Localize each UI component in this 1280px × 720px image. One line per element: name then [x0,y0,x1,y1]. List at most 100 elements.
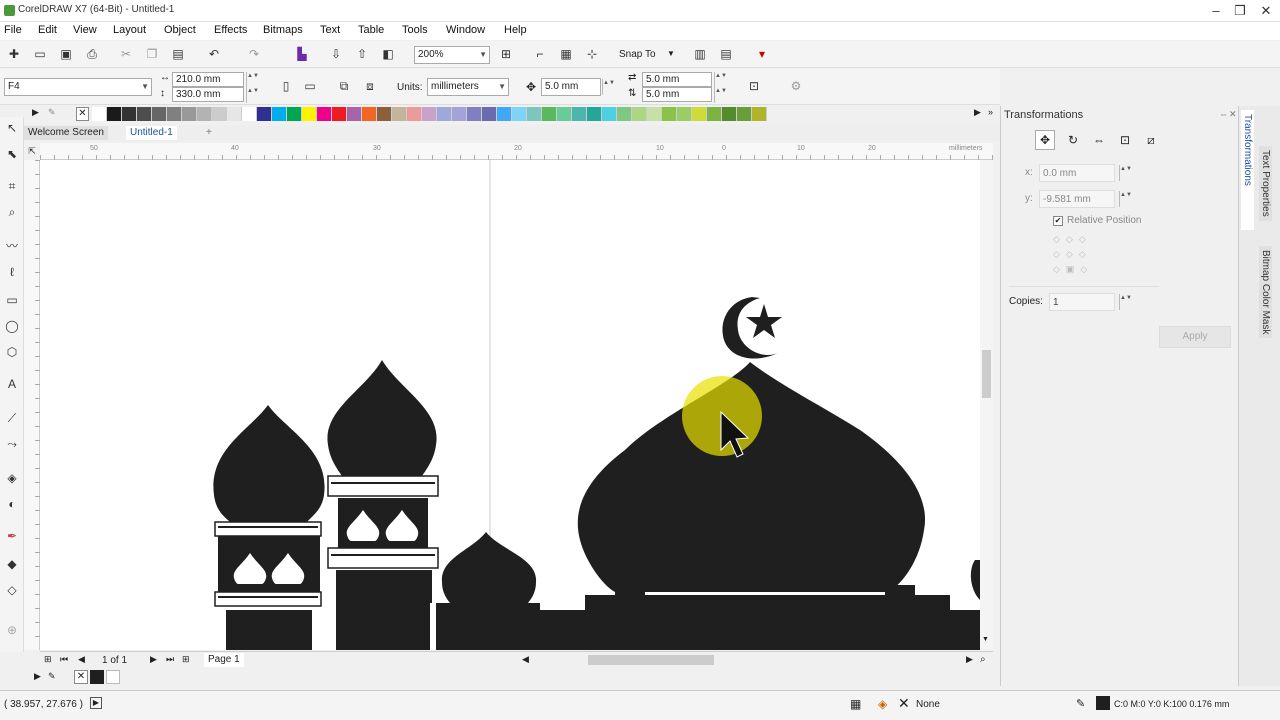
color-swatch[interactable] [482,107,497,121]
menu-object[interactable]: Object [164,24,196,36]
freehand-tool-icon[interactable]: 〰 [3,237,21,255]
color-swatch[interactable] [137,107,152,121]
color-swatch[interactable] [347,107,362,121]
polygon-tool-icon[interactable]: ⬡ [3,343,21,361]
duplicate-distance-x-field[interactable]: 5.0 mm [642,72,712,87]
drop-shadow-icon[interactable]: ◈ [3,469,21,487]
prev-page-icon[interactable]: ◀ [78,654,85,665]
color-swatch[interactable] [617,107,632,121]
shape-tool-icon[interactable]: ⬉ [3,145,21,163]
page-width-field[interactable]: 210.0 mm [172,72,244,87]
show-rulers-icon[interactable]: ⌐ [530,45,550,64]
show-guidelines-icon[interactable]: ⊹ [582,45,602,64]
status-play-icon[interactable]: ▶ [90,697,102,709]
artistic-media-icon[interactable]: ℓ [3,263,21,281]
color-swatch[interactable] [527,107,542,121]
scale-mirror-icon[interactable]: ⇔ [1089,130,1109,150]
page-height-spinner[interactable]: ▲▼ [246,87,259,103]
welcome-screen-icon[interactable]: ▾ [752,45,772,64]
zoom-level-combo[interactable]: 200% ▼ [414,46,490,64]
cut-icon[interactable]: ✂ [116,45,136,64]
color-swatch[interactable] [332,107,347,121]
full-screen-icon[interactable]: ⊞ [496,45,516,64]
menu-tools[interactable]: Tools [402,24,428,36]
print-status-icon[interactable]: ▦ [850,697,861,711]
color-swatch[interactable] [302,107,317,121]
fill-bucket-icon[interactable]: ◈ [878,697,887,711]
vertical-scrollbar[interactable]: ▼ [980,160,993,650]
no-color-swatch[interactable]: ✕ [76,107,89,121]
color-swatch[interactable] [407,107,422,121]
eyedropper-icon[interactable]: ✎ [48,107,56,118]
color-swatch[interactable] [197,107,212,121]
page-tab[interactable]: Page 1 [204,653,244,667]
vertical-ruler[interactable] [24,160,40,650]
color-swatch[interactable] [92,107,107,121]
tab-transformations[interactable]: Transformations [1241,110,1254,230]
palette-scroll-left-icon[interactable]: ▶ [32,107,39,118]
add-page-icon[interactable]: ⊞ [44,654,52,665]
menu-help[interactable]: Help [504,24,527,36]
position-x-spinner[interactable]: ▲▼ [1119,165,1132,181]
copy-icon[interactable]: ❐ [142,45,162,64]
color-swatch[interactable] [542,107,557,121]
new-tab-button[interactable]: + [202,126,216,140]
palette-scroll-right-icon[interactable]: ▶ [974,107,981,118]
color-swatch[interactable] [707,107,722,121]
nudge-distance-field[interactable]: 5.0 mm [541,78,601,96]
horizontal-scroll-thumb[interactable] [588,655,714,665]
color-swatch[interactable] [317,107,332,121]
undo-icon[interactable]: ↶ [204,45,224,64]
close-button[interactable]: ✕ [1254,2,1278,20]
ellipse-tool-icon[interactable]: ◯ [3,317,21,335]
color-swatch[interactable] [587,107,602,121]
tab-bitmap-color-mask[interactable]: Bitmap Color Mask [1259,246,1272,339]
page-height-field[interactable]: 330.0 mm [172,87,244,102]
all-pages-icon[interactable]: ⧉ [334,77,354,96]
scroll-left-icon[interactable]: ◀ [522,654,529,665]
connector-tool-icon[interactable]: ⤳ [3,435,21,453]
new-document-icon[interactable]: ✚ [4,45,24,64]
options-icon[interactable]: ▥ [690,45,710,64]
export-icon[interactable]: ⇧ [352,45,372,64]
portrait-icon[interactable]: ▯ [276,77,296,96]
anchor-point-grid[interactable]: ◇◇◇ ◇◇◇ ◇▣◇ [1053,232,1097,276]
color-swatch[interactable] [692,107,707,121]
menu-table[interactable]: Table [358,24,384,36]
publish-pdf-icon[interactable]: ◧ [378,45,398,64]
color-swatch[interactable] [227,107,242,121]
application-launcher-icon[interactable]: ▤ [716,45,736,64]
position-icon[interactable]: ✥ [1035,130,1055,150]
text-tool-icon[interactable]: A [3,375,21,393]
color-swatch[interactable] [662,107,677,121]
horizontal-ruler[interactable]: 50 40 30 20 10 0 10 20 millimeters [40,143,993,160]
parallel-dimension-icon[interactable]: ⟋ [3,409,21,427]
color-swatch[interactable] [572,107,587,121]
color-eyedropper-icon[interactable]: ✒ [3,527,21,545]
open-folder-icon[interactable]: ▭ [30,45,50,64]
color-swatch[interactable] [182,107,197,121]
first-page-icon[interactable]: ⏮ [60,654,68,665]
units-combo[interactable]: millimeters ▼ [427,78,509,96]
scroll-right-icon[interactable]: ▶ [966,654,973,665]
minimize-button[interactable]: – [1204,2,1228,20]
color-swatch[interactable] [422,107,437,121]
color-swatch[interactable] [152,107,167,121]
scale-stroke-icon[interactable]: ⊡ [744,77,764,96]
color-swatch[interactable] [362,107,377,121]
docpalette-black-swatch[interactable] [90,670,104,684]
rectangle-tool-icon[interactable]: ▭ [3,291,21,309]
landscape-icon[interactable]: ▭ [300,77,320,96]
relative-position-checkbox[interactable]: ✔ [1053,216,1063,226]
copies-field[interactable]: 1 [1049,293,1115,311]
docpalette-eyedropper-icon[interactable]: ✎ [48,671,56,682]
apply-button[interactable]: Apply [1159,326,1231,348]
duplicate-distance-y-field[interactable]: 5.0 mm [642,87,712,102]
color-swatch[interactable] [497,107,512,121]
position-y-field[interactable]: -9.581 mm [1039,190,1115,208]
add-tool-icon[interactable]: ⊕ [3,621,21,639]
color-swatch[interactable] [722,107,737,121]
corel-connect-icon[interactable]: ▙ [292,45,312,64]
current-page-icon[interactable]: ⧈ [360,77,380,96]
skew-icon[interactable]: ⧄ [1141,130,1161,150]
